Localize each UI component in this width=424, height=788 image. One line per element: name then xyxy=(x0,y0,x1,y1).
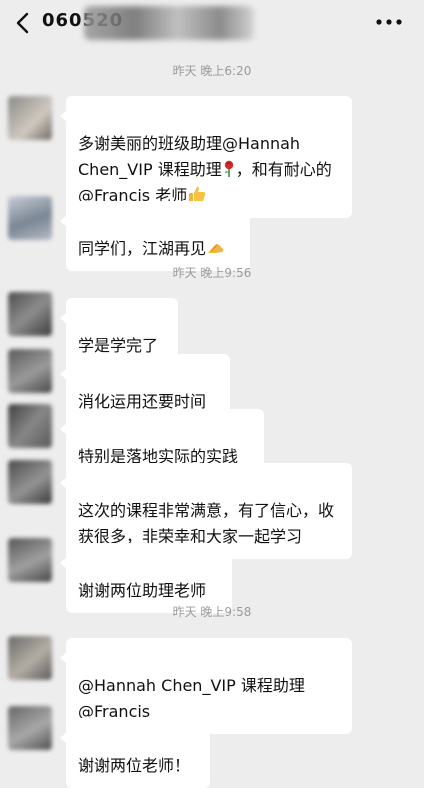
message-text: 谢谢两位老师！ xyxy=(78,756,191,775)
avatar[interactable] xyxy=(8,96,52,140)
avatar[interactable] xyxy=(8,636,52,680)
timestamp: 昨天 晚上9:58 xyxy=(172,605,252,619)
message-bubble[interactable]: 多谢美丽的班级助理@Hannah Chen_VIP 课程助理 ，和有耐心的@Fra… xyxy=(60,96,352,218)
avatar[interactable] xyxy=(8,706,52,750)
avatar[interactable] xyxy=(8,196,52,240)
message-text: 同学们，江湖再见 xyxy=(78,239,207,258)
avatar[interactable] xyxy=(8,538,52,582)
chevron-left-icon[interactable] xyxy=(12,10,34,36)
rose-icon xyxy=(224,160,233,177)
message-text: 这次的课程非常满意，有了信心，收获很多，非荣幸和大家一起学习 xyxy=(78,501,335,546)
message-bubble[interactable]: 同学们，江湖再见 xyxy=(60,201,250,271)
salute-fist-icon xyxy=(208,244,224,253)
title-redaction-blur xyxy=(84,6,254,40)
more-dots-icon[interactable] xyxy=(372,10,406,34)
avatar[interactable] xyxy=(8,349,52,393)
avatar[interactable] xyxy=(8,460,52,504)
chat-header: 060520 xyxy=(0,0,424,46)
timestamp: 昨天 晚上6:20 xyxy=(172,64,252,78)
avatar[interactable] xyxy=(8,404,52,448)
timestamp: 昨天 晚上9:56 xyxy=(172,266,252,280)
message-bubble[interactable]: 谢谢两位老师！ xyxy=(60,718,210,788)
message-text: 学是学完了 xyxy=(78,336,159,355)
message-text: 谢谢两位助理老师 xyxy=(78,581,207,600)
avatar[interactable] xyxy=(8,292,52,336)
message-text: @Hannah Chen_VIP 课程助理 @Francis xyxy=(78,676,305,721)
